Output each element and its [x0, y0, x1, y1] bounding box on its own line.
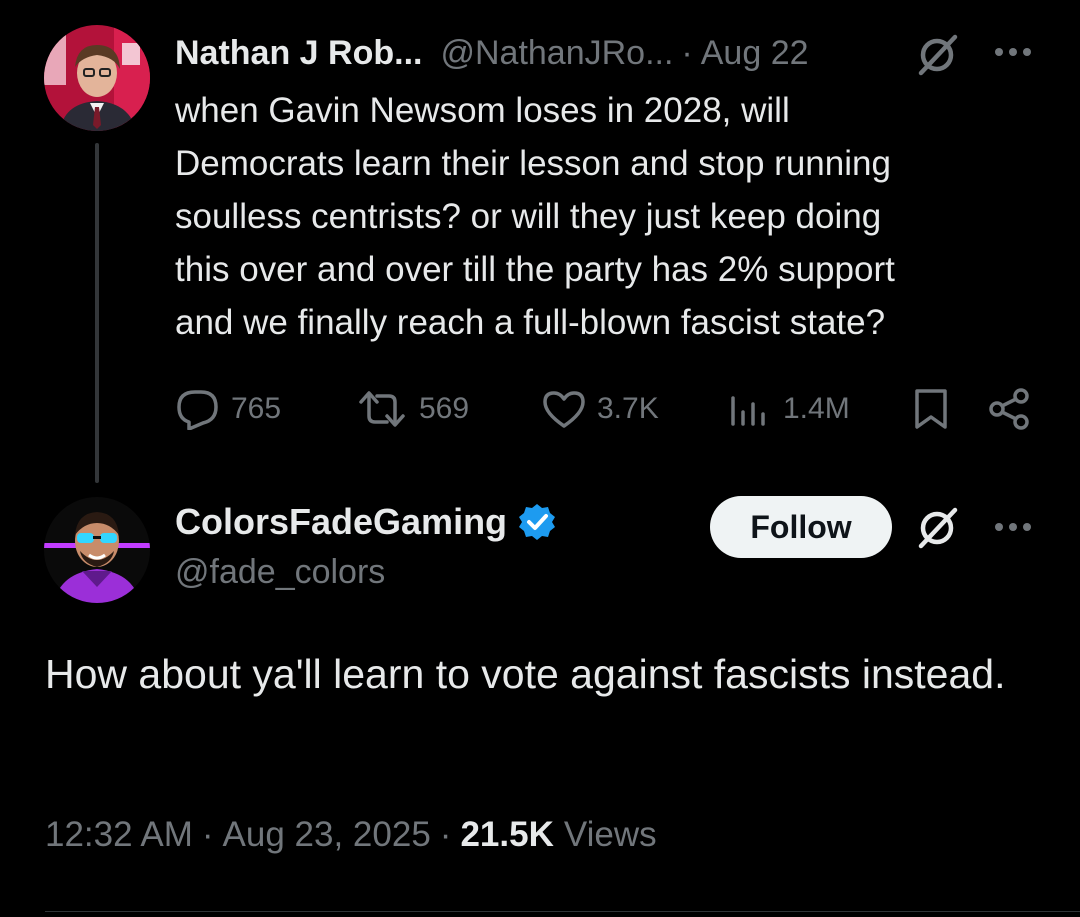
views-icon — [731, 396, 765, 426]
bookmark-button[interactable] — [911, 384, 961, 434]
follow-button[interactable]: Follow — [710, 496, 892, 558]
main-tweet-text: How about ya'll learn to vote against fa… — [45, 651, 1006, 697]
author-name[interactable]: ColorsFadeGaming — [175, 501, 507, 543]
tweet-actions: 765 569 3.7K 1.4M — [175, 384, 1035, 434]
author-handle[interactable]: @NathanJRo... — [440, 34, 673, 73]
divider — [45, 911, 1080, 912]
views-count: 1.4M — [783, 392, 850, 425]
author-name[interactable]: Nathan J Rob... — [175, 34, 422, 73]
quoted-tweet-text: when Gavin Newsom loses in 2028, will De… — [175, 91, 895, 342]
separator-dot: · — [201, 815, 214, 854]
grok-icon[interactable] — [912, 30, 964, 78]
quoted-tweet-header: Nathan J Rob... @NathanJRo... · Aug 22 — [175, 28, 809, 78]
views-button[interactable]: 1.4M — [725, 384, 850, 434]
more-icon[interactable] — [990, 515, 1036, 539]
separator-dot: · — [439, 815, 452, 854]
main-tweet-name-row: ColorsFadeGaming — [175, 497, 557, 547]
separator-dot: · — [681, 33, 693, 72]
verified-badge-icon[interactable] — [517, 502, 557, 542]
avatar-nathan-image — [44, 25, 150, 131]
thread-connector-line — [95, 143, 99, 483]
more-icon[interactable] — [990, 40, 1036, 64]
share-button[interactable] — [987, 384, 1043, 434]
reply-icon — [177, 390, 218, 430]
reply-count: 765 — [231, 392, 282, 425]
tweet-date[interactable]: Aug 22 — [701, 34, 809, 73]
repost-icon — [359, 391, 405, 427]
like-button[interactable]: 3.7K — [541, 384, 659, 434]
avatar-colorsfade-image — [44, 497, 150, 603]
share-icon — [989, 388, 1029, 430]
grok-icon[interactable] — [912, 503, 964, 551]
avatar-colorsfade[interactable] — [44, 497, 150, 603]
avatar-nathan[interactable] — [44, 25, 150, 131]
views-count[interactable]: 21.5K — [460, 815, 553, 855]
like-count: 3.7K — [597, 392, 659, 425]
author-handle[interactable]: @fade_colors — [175, 553, 385, 592]
reply-button[interactable]: 765 — [175, 384, 281, 434]
views-label: Views — [563, 815, 657, 854]
tweet-metadata: 12:32 AM · Aug 23, 2025 · 21.5K Views — [45, 815, 657, 855]
like-icon — [543, 391, 585, 428]
repost-count: 569 — [419, 392, 470, 425]
repost-button[interactable]: 569 — [355, 384, 469, 434]
bookmark-icon — [915, 389, 947, 429]
tweet-date[interactable]: Aug 23, 2025 — [223, 815, 431, 855]
tweet-time[interactable]: 12:32 AM — [45, 815, 193, 855]
